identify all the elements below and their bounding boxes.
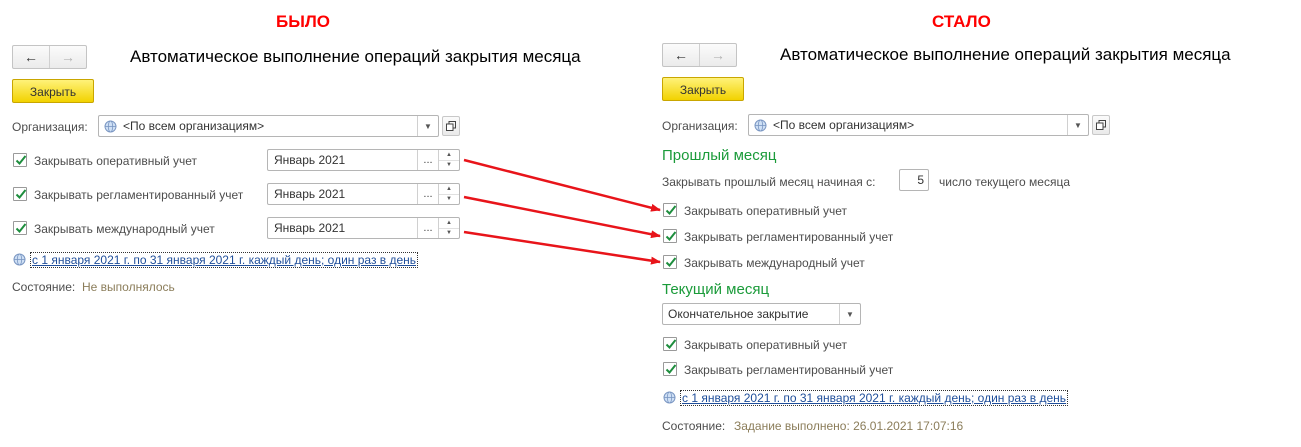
section-current-month: Текущий месяц	[662, 281, 770, 298]
spin-up-icon[interactable]: ▲	[439, 218, 459, 228]
spin-down-icon[interactable]: ▼	[439, 159, 459, 171]
start-day-label: Закрывать прошлый месяц начиная с:	[662, 175, 876, 189]
checkbox-prev-operational[interactable]	[663, 203, 677, 217]
status-label: Состояние:	[12, 280, 76, 294]
checkbox-prev-regulated[interactable]	[663, 229, 677, 243]
schedule-link[interactable]: с 1 января 2021 г. по 31 января 2021 г. …	[29, 252, 419, 268]
nav-buttons: ← →	[12, 45, 87, 69]
org-label: Организация:	[662, 119, 738, 133]
page-title: Автоматическое выполнение операций закры…	[780, 45, 1231, 64]
spinner[interactable]: ▲ ▼	[438, 218, 459, 238]
org-label: Организация:	[12, 120, 88, 134]
org-select[interactable]: <По всем организациям> ▼	[98, 115, 439, 137]
ellipsis-button[interactable]: ...	[417, 150, 438, 170]
checkbox-prev-international[interactable]	[663, 255, 677, 269]
start-day-suffix: число текущего месяца	[939, 175, 1071, 189]
globe-icon	[663, 391, 676, 404]
arrow-left-icon: ←	[24, 49, 38, 65]
spinner[interactable]: ▲ ▼	[438, 150, 459, 170]
label-prev-regulated: Закрывать регламентированный учет	[684, 230, 894, 244]
checkmark-icon	[665, 339, 677, 349]
arrow-operational	[463, 158, 661, 212]
label-close-operational: Закрывать оперативный учет	[34, 154, 198, 168]
label-prev-operational: Закрывать оперативный учет	[684, 204, 848, 218]
checkbox-close-international[interactable]	[13, 221, 27, 235]
period-value: Январь 2021	[274, 187, 346, 201]
globe-icon	[13, 253, 26, 266]
checkmark-icon	[665, 257, 677, 267]
ellipsis-button[interactable]: ...	[417, 218, 438, 238]
period-field-regulated[interactable]: Январь 2021 ... ▲ ▼	[267, 183, 460, 205]
arrow-international	[463, 230, 661, 265]
back-button[interactable]: ←	[663, 44, 699, 66]
checkmark-icon	[665, 231, 677, 241]
globe-icon	[104, 120, 117, 132]
heading-after: СТАЛО	[932, 12, 991, 31]
checkmark-icon	[15, 155, 27, 165]
checkbox-close-operational[interactable]	[13, 153, 27, 167]
status-value: Задание выполнено: 26.01.2021 17:07:16	[734, 419, 964, 433]
period-value: Январь 2021	[274, 153, 346, 167]
org-value: <По всем организациям>	[123, 119, 265, 133]
schedule-link[interactable]: с 1 января 2021 г. по 31 января 2021 г. …	[679, 390, 1069, 406]
spin-down-icon[interactable]: ▼	[439, 193, 459, 205]
status-label: Состояние:	[662, 419, 726, 433]
checkmark-icon	[15, 189, 27, 199]
label-close-regulated: Закрывать регламентированный учет	[34, 188, 244, 202]
close-button[interactable]: Закрыть	[662, 77, 744, 101]
page-title: Автоматическое выполнение операций закры…	[130, 47, 581, 66]
section-prev-month: Прошлый месяц	[662, 147, 777, 164]
arrow-regulated	[463, 195, 661, 239]
period-field-operational[interactable]: Январь 2021 ... ▲ ▼	[267, 149, 460, 171]
spin-up-icon[interactable]: ▲	[439, 184, 459, 194]
org-value: <По всем организациям>	[773, 118, 915, 132]
checkmark-icon	[665, 205, 677, 215]
status-value: Не выполнялось	[82, 280, 175, 294]
org-open-button[interactable]	[1092, 115, 1110, 135]
arrow-right-icon: →	[711, 47, 725, 63]
spin-up-icon[interactable]: ▲	[439, 150, 459, 160]
checkbox-cur-operational[interactable]	[663, 337, 677, 351]
label-cur-operational: Закрывать оперативный учет	[684, 338, 848, 352]
checkmark-icon	[15, 223, 27, 233]
period-value: Январь 2021	[274, 221, 346, 235]
ellipsis-button[interactable]: ...	[417, 184, 438, 204]
label-cur-regulated: Закрывать регламентированный учет	[684, 363, 894, 377]
nav-buttons: ← →	[662, 43, 737, 67]
spin-down-icon[interactable]: ▼	[439, 227, 459, 239]
closing-mode-value: Окончательное закрытие	[668, 307, 809, 321]
arrow-left-icon: ←	[674, 47, 688, 63]
forward-button[interactable]: →	[49, 46, 86, 68]
checkbox-cur-regulated[interactable]	[663, 362, 677, 376]
globe-icon	[754, 119, 767, 131]
label-close-international: Закрывать международный учет	[34, 222, 215, 236]
checkmark-icon	[665, 364, 677, 374]
org-select[interactable]: <По всем организациям> ▼	[748, 114, 1089, 136]
checkbox-close-regulated[interactable]	[13, 187, 27, 201]
forward-button[interactable]: →	[699, 44, 736, 66]
chevron-down-icon[interactable]: ▼	[839, 304, 860, 324]
open-form-icon	[1096, 120, 1106, 130]
chevron-down-icon[interactable]: ▼	[1067, 115, 1088, 135]
org-open-button[interactable]	[442, 116, 460, 136]
start-day-input[interactable]: 5	[899, 169, 929, 191]
heading-before: БЫЛО	[276, 12, 331, 31]
back-button[interactable]: ←	[13, 46, 49, 68]
label-prev-international: Закрывать международный учет	[684, 256, 865, 270]
close-button[interactable]: Закрыть	[12, 79, 94, 103]
arrow-right-icon: →	[61, 49, 75, 65]
spinner[interactable]: ▲ ▼	[438, 184, 459, 204]
chevron-down-icon[interactable]: ▼	[417, 116, 438, 136]
open-form-icon	[446, 121, 456, 131]
period-field-international[interactable]: Январь 2021 ... ▲ ▼	[267, 217, 460, 239]
closing-mode-select[interactable]: Окончательное закрытие ▼	[662, 303, 861, 325]
